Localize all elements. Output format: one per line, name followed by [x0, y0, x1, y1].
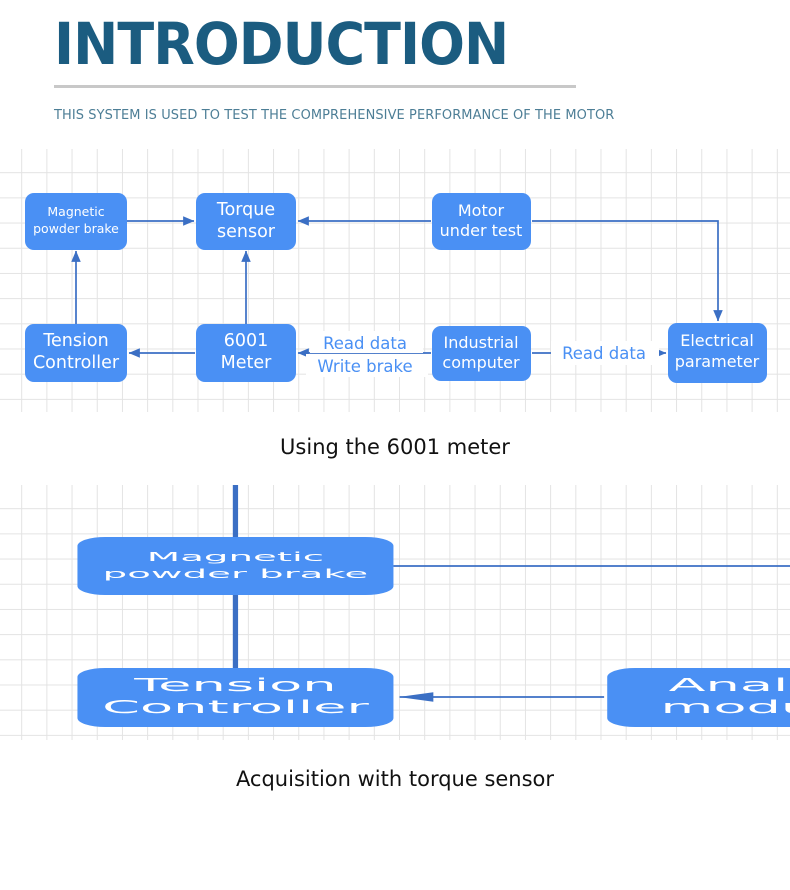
page-subtitle: THIS SYSTEM IS USED TO TEST THE COMPREHE…	[54, 106, 615, 123]
node-label-line1: Magnetic	[47, 204, 104, 219]
node-tension-controller[interactable]: Tension Controller	[25, 323, 127, 382]
node-label-line2: under test	[440, 221, 523, 240]
node-motor-under-test[interactable]: Motor under test	[432, 192, 531, 250]
svg-text:Write brake: Write brake	[317, 357, 412, 376]
node-label-line1: Magnetic	[147, 549, 324, 564]
node-torque-sensor[interactable]: Torque sensor	[196, 192, 296, 250]
node-label-line2: Controller	[33, 353, 120, 373]
diagram-2-container: Magnetic powder brake 200 torque sensor …	[0, 484, 790, 745]
node-electrical-parameter[interactable]: Electrical parameter	[668, 322, 767, 383]
diagram-2-caption: Acquisition with torque sensor	[235, 766, 555, 791]
node-label-line1: Electrical	[680, 331, 754, 350]
node-label-line2: powder brake	[103, 566, 369, 581]
diagram-1-container: Magnetic powder brake Torque sensor Moto…	[0, 148, 790, 421]
node-label-line1: Industrial	[443, 333, 518, 352]
diagram-2-svg: Magnetic powder brake 200 torque sensor …	[77, 484, 790, 727]
node-label-line2: powder brake	[33, 221, 119, 236]
node-label-line1: Analog	[668, 675, 790, 695]
edge-label-read-data-left: Read data	[310, 330, 423, 353]
node-analog-module[interactable]: Analog module	[607, 667, 790, 727]
edge-label-write-brake: Write brake	[306, 353, 428, 377]
node-label-line2: computer	[442, 353, 520, 372]
node-industrial-computer[interactable]: Industrial computer	[432, 325, 531, 381]
node-label-line1: Motor	[458, 201, 505, 220]
node-label-line2: sensor	[217, 222, 276, 242]
node-magnetic-powder-brake[interactable]: Magnetic powder brake	[25, 192, 127, 250]
node-label-line2: module	[661, 697, 790, 717]
edge-label-read-data-right: Read data	[551, 340, 659, 365]
node-6001-meter[interactable]: 6001 Meter	[196, 323, 296, 382]
node-label-line1: Torque	[216, 200, 275, 220]
edge-motor-to-electrical-parameter	[532, 220, 723, 322]
svg-text:Read data: Read data	[562, 344, 646, 363]
svg-text:Read data: Read data	[323, 334, 407, 353]
page-title: INTRODUCTION	[54, 10, 509, 78]
diagram-1-caption: Using the 6001 meter	[280, 434, 510, 459]
node-label-line1: Tension	[42, 331, 108, 351]
diagram-1-svg: Magnetic powder brake Torque sensor Moto…	[25, 192, 767, 383]
node-label-line1: Tension	[133, 675, 337, 695]
node-tension-controller[interactable]: Tension Controller	[77, 667, 394, 727]
node-label-line2: Controller	[102, 697, 369, 717]
page-header: INTRODUCTION THIS SYSTEM IS USED TO TEST…	[0, 0, 790, 123]
node-label-line2: Meter	[221, 353, 272, 373]
node-label-line2: parameter	[675, 352, 760, 371]
title-divider	[54, 84, 576, 88]
node-magnetic-powder-brake[interactable]: Magnetic powder brake	[77, 536, 394, 595]
node-label-line1: 6001	[224, 331, 269, 351]
